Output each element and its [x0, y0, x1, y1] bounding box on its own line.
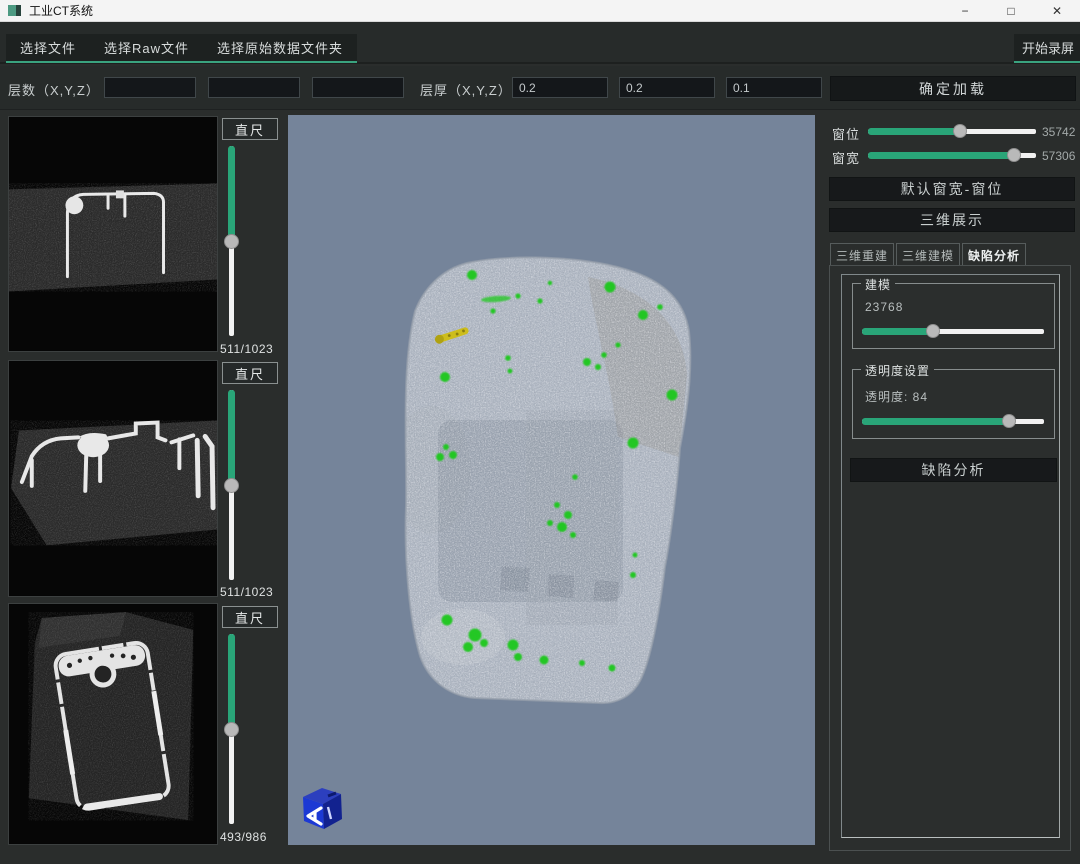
tab-inner-frame — [841, 274, 1060, 838]
layers-z-input[interactable] — [312, 77, 404, 98]
slider-handle[interactable] — [926, 324, 940, 338]
opacity-group-title: 透明度设置 — [861, 362, 934, 379]
slice-position-1: 511/1023 — [220, 342, 286, 356]
ruler-button-3[interactable]: 直尺 — [222, 606, 278, 628]
modeling-value: 23768 — [865, 300, 903, 314]
ct-slice-bottom-image — [9, 604, 217, 844]
slider-handle[interactable] — [224, 722, 239, 737]
titlebar: 工业CT系统 − □ ✕ — [0, 0, 1080, 22]
layers-label: 层数（X,Y,Z） — [8, 80, 100, 99]
ct-slice-top[interactable] — [8, 116, 218, 352]
params-bar: 层数（X,Y,Z） 层厚（X,Y,Z） 确定加载 — [0, 66, 1080, 110]
slider-fill — [228, 390, 235, 485]
default-ww-wl-button[interactable]: 默认窗宽-窗位 — [829, 177, 1075, 201]
layers-x-input[interactable] — [104, 77, 196, 98]
window-title: 工业CT系统 — [29, 2, 93, 19]
thickness-label: 层厚（X,Y,Z） — [420, 80, 512, 99]
slice-slider-1[interactable] — [224, 146, 239, 336]
defect-analysis-button[interactable]: 缺陷分析 — [850, 458, 1057, 482]
slider-fill — [868, 128, 960, 135]
thickness-y-input[interactable] — [619, 77, 715, 98]
select-folder-button[interactable]: 选择原始数据文件夹 — [203, 34, 357, 61]
ruler-button-2[interactable]: 直尺 — [222, 362, 278, 384]
ruler-button-1[interactable]: 直尺 — [222, 118, 278, 140]
window-level-slider[interactable] — [868, 124, 1036, 138]
industrial-ct-app: 工业CT系统 − □ ✕ 选择文件 选择Raw文件 选择原始数据文件夹 开始录屏… — [0, 0, 1080, 864]
window-width-value: 57306 — [1042, 149, 1075, 163]
slider-fill — [868, 152, 1014, 159]
maximize-button[interactable]: □ — [988, 0, 1034, 21]
3d-model-render — [288, 115, 815, 845]
close-button[interactable]: ✕ — [1034, 0, 1080, 21]
slider-fill — [228, 634, 235, 729]
slider-handle[interactable] — [1002, 414, 1016, 428]
thickness-x-input[interactable] — [512, 77, 608, 98]
confirm-load-button[interactable]: 确定加载 — [830, 76, 1076, 101]
slider-handle[interactable] — [224, 478, 239, 493]
select-file-button[interactable]: 选择文件 — [6, 34, 90, 61]
modeling-groupbox: 建模 23768 — [852, 283, 1055, 349]
opacity-groupbox: 透明度设置 透明度: 84 — [852, 369, 1055, 439]
layers-y-input[interactable] — [208, 77, 300, 98]
scanned-object-texture — [378, 240, 708, 720]
3d-viewport[interactable] — [288, 115, 815, 845]
modeling-group-title: 建模 — [861, 276, 895, 293]
slider-fill — [228, 146, 235, 241]
toolbar: 选择文件 选择Raw文件 选择原始数据文件夹 开始录屏 — [0, 22, 1080, 64]
ct-slice-middle[interactable] — [8, 360, 218, 597]
ct-slice-middle-image — [9, 361, 217, 596]
window-width-slider[interactable] — [868, 148, 1036, 162]
opacity-slider[interactable] — [862, 414, 1044, 428]
modeling-slider[interactable] — [862, 324, 1044, 338]
ct-slice-bottom[interactable] — [8, 603, 218, 845]
window-level-label: 窗位 — [832, 124, 860, 143]
minimize-button[interactable]: − — [942, 0, 988, 21]
cube-logo — [303, 788, 342, 829]
opacity-value-label: 透明度: 84 — [865, 388, 928, 405]
slider-handle[interactable] — [1007, 148, 1021, 162]
app-icon — [8, 5, 21, 16]
start-record-button[interactable]: 开始录屏 — [1014, 34, 1080, 63]
slider-fill — [862, 328, 933, 335]
window-level-value: 35742 — [1042, 125, 1075, 139]
select-raw-button[interactable]: 选择Raw文件 — [90, 34, 203, 61]
thickness-z-input[interactable] — [726, 77, 822, 98]
slider-handle[interactable] — [953, 124, 967, 138]
window-width-label: 窗宽 — [832, 148, 860, 167]
file-button-group: 选择文件 选择Raw文件 选择原始数据文件夹 — [6, 34, 357, 63]
slider-fill — [862, 418, 1009, 425]
ct-slice-top-image — [9, 117, 217, 351]
slice-position-2: 511/1023 — [220, 585, 286, 599]
slice-slider-2[interactable] — [224, 390, 239, 580]
slice-slider-3[interactable] — [224, 634, 239, 824]
slice-position-3: 493/986 — [220, 830, 286, 844]
display-3d-button[interactable]: 三维展示 — [829, 208, 1075, 232]
slider-handle[interactable] — [224, 234, 239, 249]
